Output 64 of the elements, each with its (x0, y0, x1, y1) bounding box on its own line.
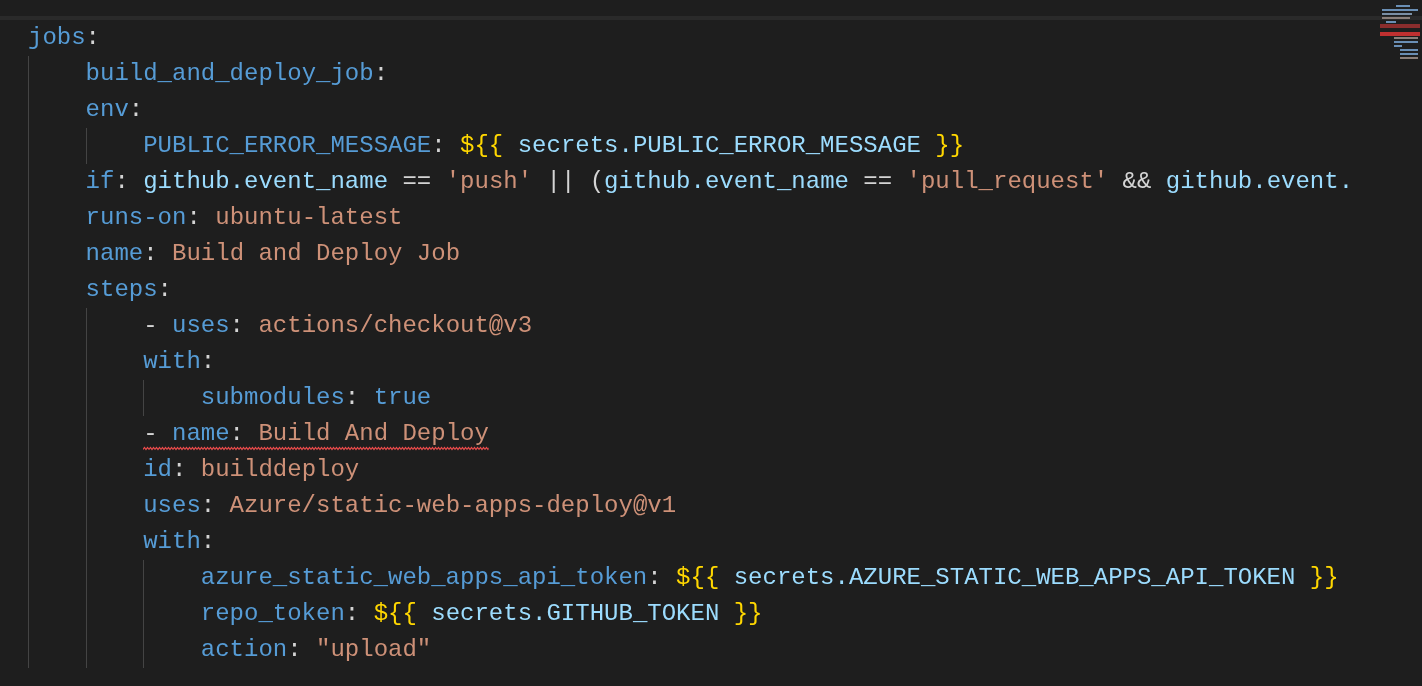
punctuation: : (647, 564, 663, 591)
expression-variable: github.event. (1165, 168, 1354, 195)
yaml-key: PUBLIC_ERROR_MESSAGE (143, 132, 432, 159)
expression-brace: }} (733, 600, 763, 627)
yaml-key: uses (172, 312, 230, 339)
boolean-value: true (373, 384, 432, 411)
string-value: Build And Deploy (258, 420, 489, 447)
punctuation: == (862, 168, 894, 195)
expression-variable: secrets.PUBLIC_ERROR_MESSAGE (516, 132, 922, 159)
yaml-key: azure_static_web_apps_api_token (200, 564, 648, 591)
punctuation: : (85, 24, 100, 51)
yaml-key: id (143, 456, 172, 483)
expression-brace: ${{ (676, 564, 720, 591)
expression-variable: secrets.AZURE_STATIC_WEB_APPS_API_TOKEN (732, 564, 1297, 591)
expression-brace: ${{ (460, 132, 504, 159)
expression-brace: ${{ (373, 600, 417, 627)
yaml-key: name (172, 420, 230, 447)
yaml-key: name (85, 240, 144, 267)
string-value: "upload" (316, 636, 432, 663)
yaml-key: action (200, 636, 288, 663)
punctuation: == (401, 168, 433, 195)
string-value: 'push' (445, 168, 533, 195)
expression-brace: }} (1309, 564, 1339, 591)
punctuation: : (344, 384, 361, 411)
punctuation: : (200, 528, 216, 555)
yaml-key: env (85, 96, 129, 123)
punctuation: && (1121, 168, 1153, 195)
yaml-key: runs-on (85, 204, 187, 231)
string-value: Azure/static-web-apps-deploy@v1 (229, 492, 677, 519)
yaml-key: if (85, 168, 115, 195)
punctuation: : (200, 348, 216, 375)
yaml-key: build_and_deploy_job (85, 60, 374, 87)
punctuation: : (186, 204, 202, 231)
punctuation: || ( (545, 168, 605, 195)
punctuation: : (373, 60, 389, 87)
punctuation: : (114, 168, 130, 195)
yaml-key: repo_token (200, 600, 345, 627)
string-value: ubuntu-latest (215, 204, 403, 231)
yaml-key: with (143, 528, 201, 555)
yaml-key: uses (143, 492, 201, 519)
yaml-key: submodules (200, 384, 345, 411)
expression-variable: secrets.GITHUB_TOKEN (430, 600, 721, 627)
expression-variable: github.event_name (604, 168, 849, 195)
punctuation: : (431, 132, 447, 159)
punctuation: - (143, 312, 159, 339)
expression-variable: github.event_name (143, 168, 389, 195)
string-value: builddeploy (200, 456, 360, 483)
punctuation: : (172, 456, 188, 483)
string-value: 'pull_request' (906, 168, 1109, 195)
punctuation: : (229, 420, 245, 447)
string-value: actions/checkout@v3 (258, 312, 533, 339)
punctuation: : (287, 636, 303, 663)
punctuation: : (344, 600, 361, 627)
punctuation: - (143, 420, 159, 447)
punctuation: : (128, 96, 144, 123)
string-value: Build and Deploy Job (172, 240, 461, 267)
yaml-key: with (143, 348, 201, 375)
punctuation: : (143, 240, 159, 267)
yaml-key: jobs (28, 24, 86, 51)
punctuation: : (157, 276, 172, 303)
expression-brace: }} (935, 132, 965, 159)
yaml-key: steps (85, 276, 158, 303)
punctuation: : (200, 492, 217, 519)
punctuation: : (229, 312, 245, 339)
